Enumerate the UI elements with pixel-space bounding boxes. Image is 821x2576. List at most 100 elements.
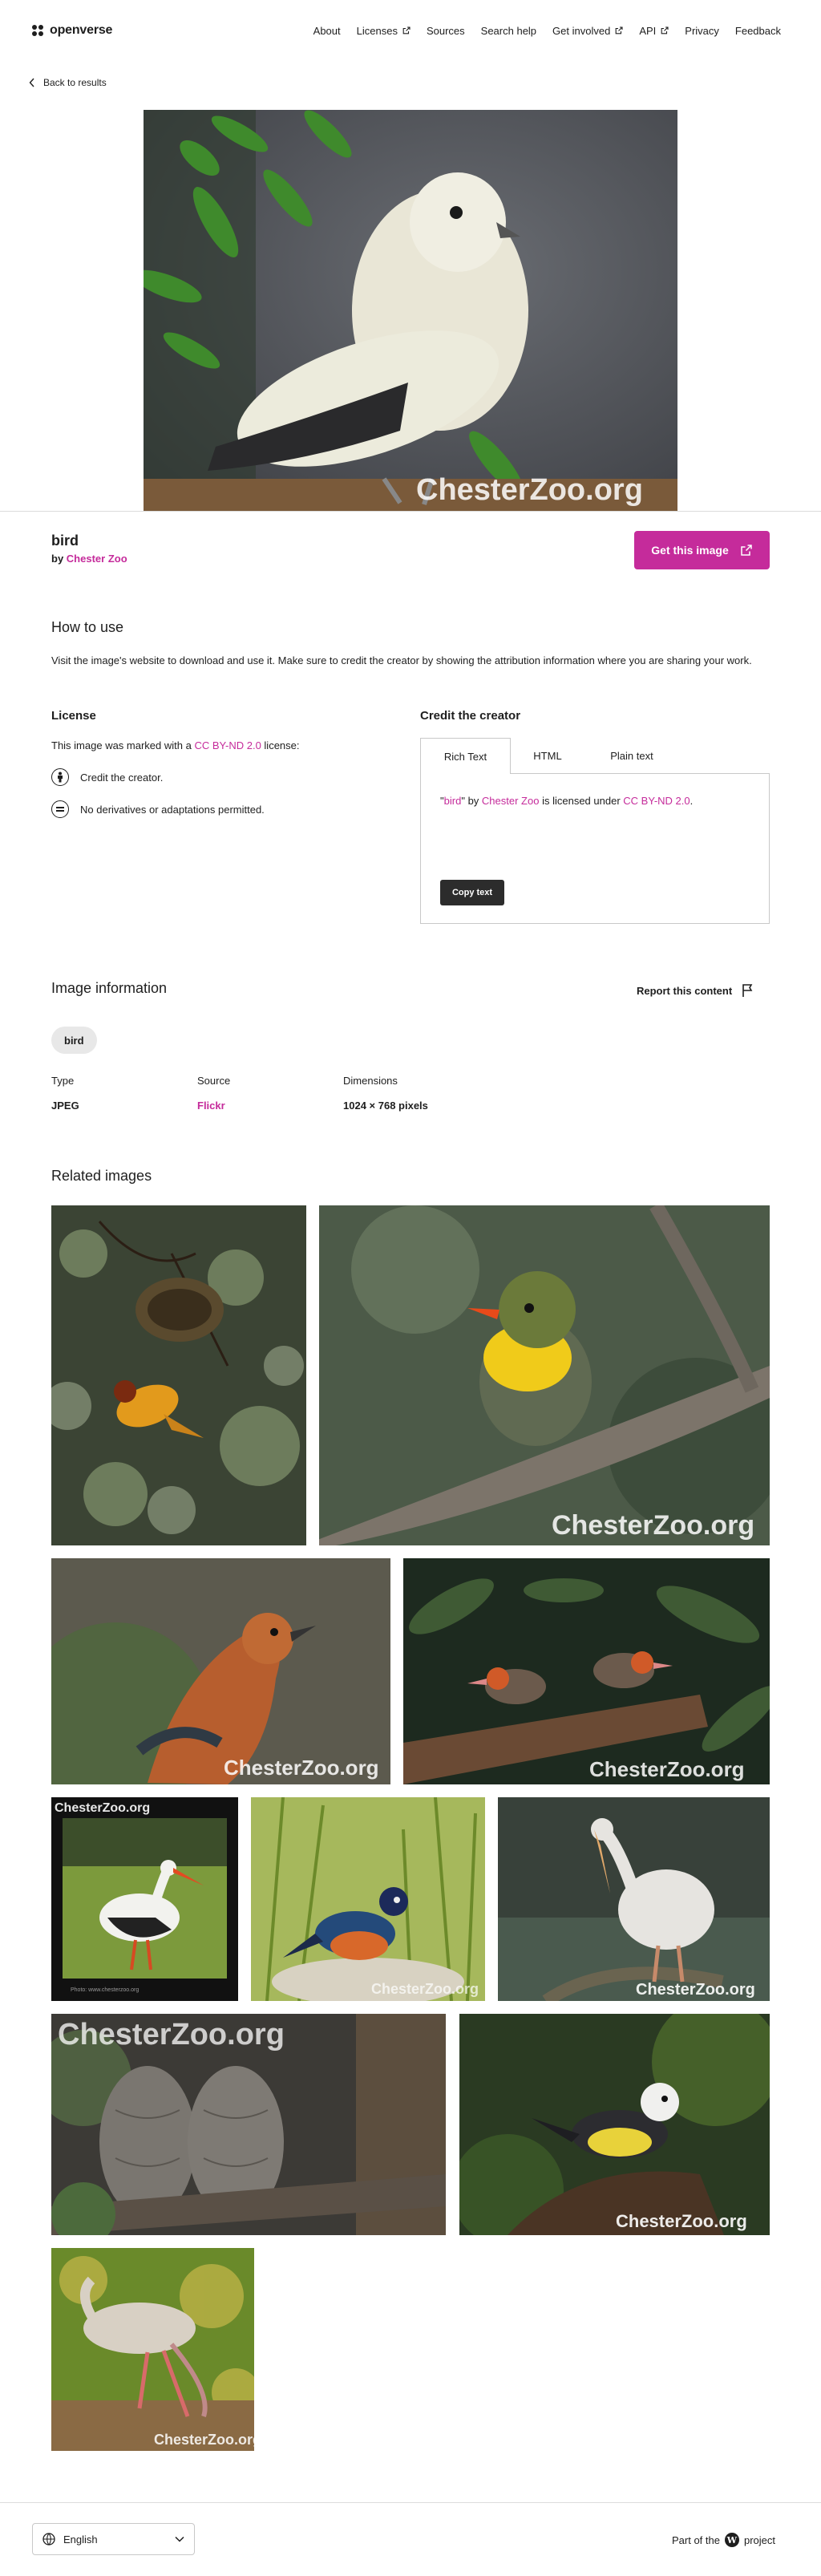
watermark: ChesterZoo.org — [616, 2211, 747, 2231]
nav-label: Privacy — [685, 24, 719, 37]
license-heading: License — [51, 709, 96, 723]
license-item-label: No derivatives or adaptations permitted. — [80, 803, 265, 816]
nav-item-privacy[interactable]: Privacy — [677, 25, 727, 37]
credit-heading: Credit the creator — [420, 709, 521, 723]
related-image-ibis[interactable]: ChesterZoo.org — [51, 2248, 254, 2451]
license-item-by: Credit the creator. — [51, 768, 163, 786]
license-text: This image was marked with a CC BY-ND 2.… — [51, 739, 300, 751]
related-image-starling[interactable]: ChesterZoo.org — [251, 1797, 485, 2001]
info-type: Type JPEG — [51, 1075, 79, 1112]
report-content-button[interactable]: Report this content — [637, 983, 754, 998]
divider — [0, 511, 821, 512]
how-to-use-heading: How to use — [51, 619, 124, 635]
image-caption: Photo: www.chesterzoo.org — [71, 1987, 139, 1993]
related-image-babblers[interactable]: ChesterZoo.org — [403, 1558, 770, 1784]
license-link[interactable]: CC BY-ND 2.0 — [194, 739, 261, 751]
info-source: Source Flickr — [197, 1075, 230, 1112]
nav-item-get-involved[interactable]: Get involved — [544, 25, 631, 37]
attribution-text: "bird" by Chester Zoo is licensed under … — [440, 795, 693, 807]
site-header: openverse About Licenses Sources Search … — [0, 0, 821, 61]
external-link-icon — [402, 26, 410, 34]
nav-item-api[interactable]: API — [631, 25, 677, 37]
get-button-label: Get this image — [651, 544, 729, 557]
part-of-suffix: project — [743, 2533, 776, 2546]
nav-label: Sources — [426, 24, 465, 37]
image-title: bird — [51, 533, 79, 549]
watermark: ChesterZoo.org — [636, 1981, 755, 1999]
tab-html[interactable]: HTML — [511, 738, 584, 773]
info-type-value: JPEG — [51, 1100, 79, 1112]
openverse-logo[interactable]: openverse — [32, 23, 112, 38]
nav-item-feedback[interactable]: Feedback — [727, 25, 789, 37]
nav-label: Licenses — [356, 24, 398, 37]
copy-text-button[interactable]: Copy text — [440, 880, 504, 905]
main-nav: About Licenses Sources Search help Get i… — [305, 25, 789, 37]
info-dimensions-value: 1024 × 768 pixels — [343, 1100, 428, 1112]
flag-icon — [742, 984, 753, 997]
wordpress-icon[interactable]: W — [724, 2533, 739, 2547]
how-to-use-text: Visit the image's website to download an… — [51, 654, 752, 666]
info-dimensions: Dimensions 1024 × 768 pixels — [343, 1075, 428, 1112]
tab-plain-text[interactable]: Plain text — [584, 738, 679, 773]
attribution-creator-link[interactable]: Chester Zoo — [482, 795, 540, 807]
license-item-label: Credit the creator. — [80, 771, 164, 784]
related-images-heading: Related images — [51, 1168, 152, 1184]
info-source-link[interactable]: Flickr — [197, 1100, 230, 1112]
related-image-frogmouths[interactable]: ChesterZoo.org — [51, 2014, 446, 2235]
get-this-image-button[interactable]: Get this image — [634, 531, 770, 569]
related-image-weaver[interactable] — [51, 1205, 306, 1545]
main-image[interactable]: ChesterZoo.org — [144, 110, 677, 511]
license-item-nd: No derivatives or adaptations permitted. — [51, 800, 265, 818]
chevron-left-icon — [29, 78, 34, 87]
attribution-title-link[interactable]: bird — [444, 795, 462, 807]
back-to-results-link[interactable]: Back to results — [29, 77, 107, 88]
attribution-licensed-under: is licensed under — [542, 795, 621, 807]
attribution-by: by — [467, 795, 479, 807]
language-label: English — [63, 2533, 98, 2546]
logo-text: openverse — [50, 23, 113, 37]
nav-label: API — [639, 24, 657, 37]
credit-box: Rich Text HTML Plain text "bird" by Ches… — [420, 738, 770, 924]
nav-item-search-help[interactable]: Search help — [473, 25, 544, 37]
nav-label: Search help — [480, 24, 537, 37]
tab-label: Plain text — [610, 749, 653, 762]
tag-chip[interactable]: bird — [51, 1027, 97, 1054]
person-icon — [51, 768, 69, 786]
nav-item-about[interactable]: About — [305, 25, 349, 37]
attribution-license-link[interactable]: CC BY-ND 2.0 — [623, 795, 690, 807]
main-image-watermark: ChesterZoo.org — [416, 473, 643, 507]
tab-label: HTML — [533, 749, 562, 762]
nav-label: Feedback — [734, 24, 781, 37]
equals-icon — [51, 800, 69, 818]
globe-icon — [42, 2533, 55, 2546]
related-image-stork[interactable]: ChesterZoo.org Photo: www.chesterzoo.org — [51, 1797, 238, 2001]
logo-icon — [32, 25, 43, 36]
report-label: Report this content — [637, 984, 733, 997]
language-select[interactable]: English — [32, 2523, 195, 2555]
image-title-block: bird by Chester Zoo — [51, 533, 127, 565]
related-image-magpie-robin[interactable]: ChesterZoo.org — [459, 2014, 770, 2235]
related-image-leiothrix[interactable]: ChesterZoo.org — [319, 1205, 770, 1545]
info-type-label: Type — [51, 1075, 75, 1087]
tab-rich-text[interactable]: Rich Text — [420, 738, 511, 774]
pigeon-photo: ChesterZoo.org — [144, 110, 677, 511]
part-of-wordpress: Part of the W project — [672, 2533, 775, 2547]
main-image-area: ChesterZoo.org — [0, 110, 821, 511]
watermark: ChesterZoo.org — [371, 1981, 479, 1997]
related-image-pelican[interactable]: ChesterZoo.org — [498, 1797, 770, 2001]
image-byline: by Chester Zoo — [51, 553, 127, 565]
footer-divider — [0, 2502, 821, 2503]
nav-item-sources[interactable]: Sources — [419, 25, 473, 37]
license-text-after: license: — [264, 739, 300, 751]
watermark: ChesterZoo.org — [154, 2432, 254, 2448]
watermark: ChesterZoo.org — [55, 1801, 150, 1815]
nav-item-licenses[interactable]: Licenses — [349, 25, 419, 37]
credit-panel: "bird" by Chester Zoo is licensed under … — [420, 773, 770, 924]
watermark: ChesterZoo.org — [552, 1510, 754, 1541]
info-dimensions-label: Dimensions — [343, 1075, 398, 1087]
chevron-down-icon — [175, 2536, 184, 2542]
creator-link[interactable]: Chester Zoo — [67, 553, 127, 565]
related-image-thrush[interactable]: ChesterZoo.org — [51, 1558, 390, 1784]
quote-mark: " — [461, 795, 465, 807]
attribution-period: . — [690, 795, 694, 807]
